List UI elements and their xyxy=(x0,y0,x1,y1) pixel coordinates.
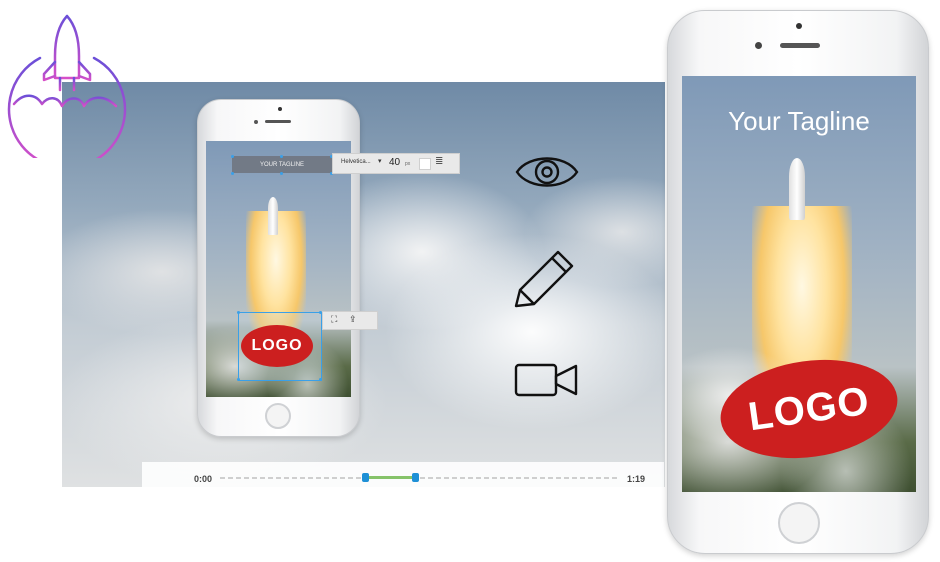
tagline-text-box[interactable]: YOUR TAGLINE xyxy=(232,156,332,173)
timeline-start-handle[interactable] xyxy=(362,473,369,482)
caret-down-icon[interactable]: ▾ xyxy=(378,157,382,165)
video-camera-icon xyxy=(514,363,578,397)
logo-toolbar: ⛶ ⇪ xyxy=(322,311,378,330)
phone-speaker xyxy=(780,43,820,48)
logo-ellipse: LOGO xyxy=(241,325,313,367)
rocket-image xyxy=(268,197,278,235)
timeline-bar[interactable]: 0:00 1:19 xyxy=(142,462,664,487)
rocket-icon xyxy=(7,14,127,169)
eye-icon xyxy=(515,157,579,187)
font-family-select[interactable]: Helvetica... xyxy=(341,159,371,165)
phone-camera xyxy=(796,23,802,29)
selection-handle[interactable] xyxy=(237,311,240,314)
font-toolbar: Helvetica... ▾ 40 px ≣ xyxy=(332,153,460,174)
pencil-icon xyxy=(514,250,574,308)
rocket-image xyxy=(789,158,805,220)
alignment-icon[interactable]: ≣ xyxy=(435,156,443,167)
phone-front-sensor xyxy=(755,42,762,49)
editor-phone: YOUR TAGLINE LOGO xyxy=(197,99,360,437)
app-logo xyxy=(0,12,134,169)
phone-camera xyxy=(278,107,282,111)
phone-front-sensor xyxy=(254,120,258,124)
timeline-track[interactable] xyxy=(220,477,618,479)
selection-handle[interactable] xyxy=(231,172,234,175)
preview-screen: Your Tagline LOGO xyxy=(682,76,916,492)
preview-phone: Your Tagline LOGO xyxy=(667,10,929,554)
timeline-end-handle[interactable] xyxy=(412,473,419,482)
selection-handle[interactable] xyxy=(237,378,240,381)
logo-selection-box[interactable]: LOGO xyxy=(238,312,322,381)
timeline-end-time: 1:19 xyxy=(627,474,646,484)
logo-text: LOGO xyxy=(251,337,303,354)
home-button[interactable] xyxy=(265,403,291,429)
selection-handle[interactable] xyxy=(280,155,283,158)
tagline-text: YOUR TAGLINE xyxy=(259,161,305,168)
upload-icon[interactable]: ⇪ xyxy=(349,314,357,325)
timeline-start-time: 0:00 xyxy=(194,474,213,484)
selection-handle[interactable] xyxy=(319,378,322,381)
timeline-selection[interactable] xyxy=(365,476,415,479)
selection-handle[interactable] xyxy=(280,172,283,175)
font-size-value[interactable]: 40 xyxy=(389,157,400,168)
color-swatch[interactable] xyxy=(419,158,431,170)
home-button[interactable] xyxy=(778,502,820,544)
selection-handle[interactable] xyxy=(231,155,234,158)
preview-tagline: Your Tagline xyxy=(728,106,870,136)
resize-icon[interactable]: ⛶ xyxy=(331,314,337,325)
phone-speaker xyxy=(265,120,291,123)
font-size-unit: px xyxy=(405,161,411,167)
preview-logo-text: LOGO xyxy=(745,378,873,439)
